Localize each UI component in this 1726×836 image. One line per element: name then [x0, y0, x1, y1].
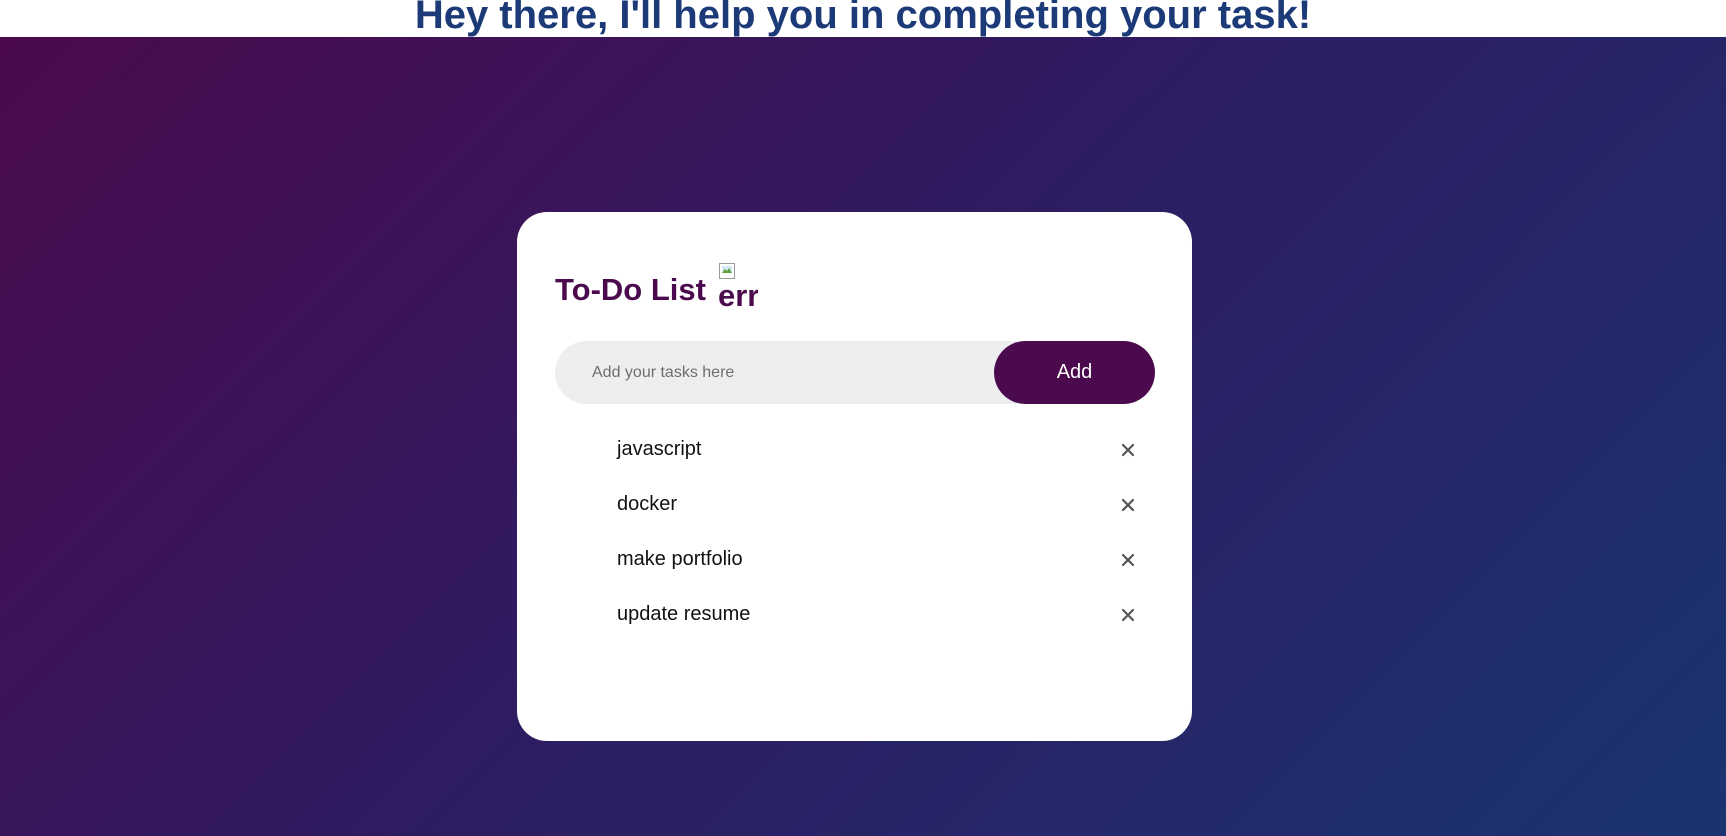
close-icon[interactable] [1121, 443, 1135, 457]
task-item[interactable]: docker [555, 492, 1155, 547]
page-heading: Hey there, I'll help you in completing y… [0, 0, 1726, 37]
image-alt-text: err [717, 278, 758, 311]
close-icon[interactable] [1121, 498, 1135, 512]
task-item[interactable]: javascript [555, 437, 1155, 492]
task-list: javascript docker make portfolio update … [555, 437, 1155, 657]
task-text: docker [617, 493, 678, 515]
todo-card: To-Do List err Add javascript [517, 212, 1192, 741]
card-title: To-Do List [555, 272, 706, 307]
close-icon[interactable] [1121, 608, 1135, 622]
task-input[interactable] [555, 341, 995, 404]
broken-image-icon: err [718, 262, 758, 310]
add-button[interactable]: Add [994, 341, 1155, 404]
broken-image-glyph [718, 263, 735, 279]
task-item[interactable]: make portfolio [555, 547, 1155, 602]
task-text: update resume [617, 603, 751, 625]
card-header: To-Do List err [555, 262, 758, 310]
task-item[interactable]: update resume [555, 602, 1155, 657]
gradient-background: To-Do List err Add javascript [0, 37, 1726, 836]
close-icon[interactable] [1121, 553, 1135, 567]
add-task-row: Add [555, 341, 1155, 404]
task-text: make portfolio [617, 548, 743, 570]
task-text: javascript [617, 438, 702, 460]
